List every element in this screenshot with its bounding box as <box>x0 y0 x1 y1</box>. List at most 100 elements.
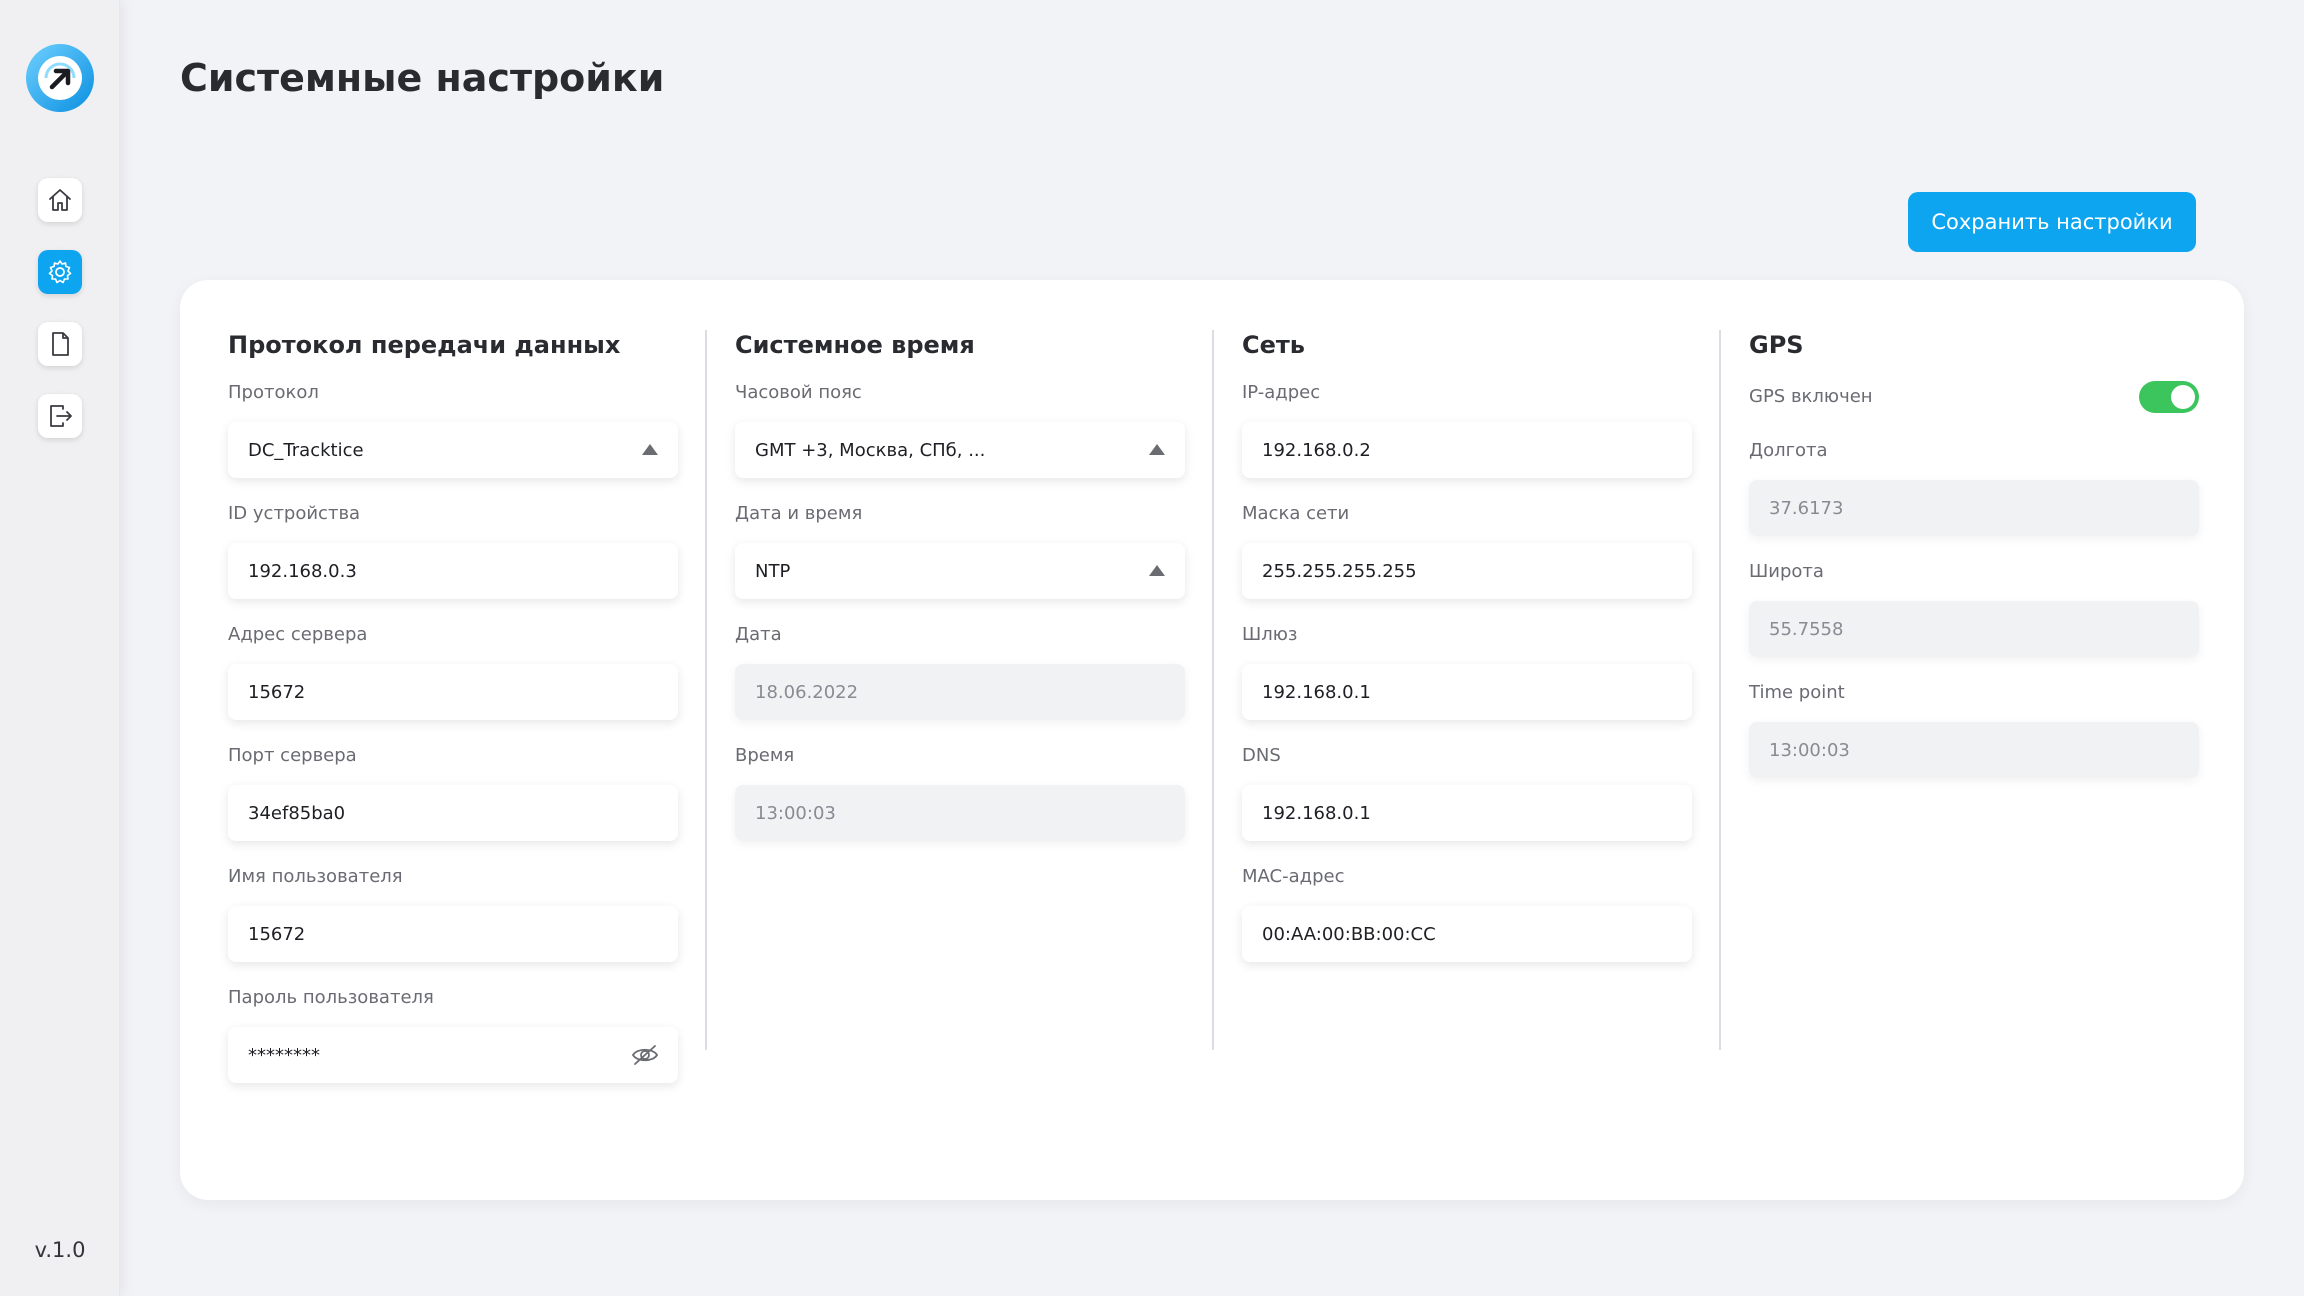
gear-icon <box>48 260 72 284</box>
password-field: Пароль пользователя ******** <box>228 985 678 1083</box>
system-time-section: Системное время Часовой пояс GMT +3, Мос… <box>735 328 1185 841</box>
caret-up-icon <box>1149 565 1165 576</box>
timezone-select[interactable]: GMT +3, Москва, СПб, ... <box>735 422 1185 478</box>
caret-up-icon <box>642 444 658 455</box>
field-label: Время <box>735 745 795 766</box>
server-address-input[interactable]: 15672 <box>228 664 678 720</box>
longitude-input: 37.6173 <box>1749 480 2199 536</box>
section-title: Сеть <box>1242 331 1305 359</box>
sidebar-item-documents[interactable] <box>38 322 82 366</box>
protocol-select[interactable]: DC_Tracktice <box>228 422 678 478</box>
time-field: Время 13:00:03 <box>735 743 1185 841</box>
time-point-field: Time point 13:00:03 <box>1749 680 2199 778</box>
gateway-input[interactable]: 192.168.0.1 <box>1242 664 1692 720</box>
caret-up-icon <box>1149 444 1165 455</box>
password-input[interactable]: ******** <box>228 1027 678 1083</box>
protocol-section: Протокол передачи данных Протокол DC_Tra… <box>228 328 678 1083</box>
column-divider <box>1212 330 1214 1050</box>
mask-input[interactable]: 255.255.255.255 <box>1242 543 1692 599</box>
sidebar-item-home[interactable] <box>38 178 82 222</box>
sidebar-item-settings[interactable] <box>38 250 82 294</box>
gps-section: GPS GPS включен Долгота 37.6173 Широта 5… <box>1749 328 2199 778</box>
home-icon <box>49 189 71 211</box>
time-input: 13:00:03 <box>735 785 1185 841</box>
field-value: GMT +3, Москва, СПб, ... <box>755 439 986 461</box>
document-icon <box>52 332 69 356</box>
field-value: 00:AA:00:BB:00:CC <box>1262 923 1436 945</box>
field-value: NTP <box>755 560 791 582</box>
field-label: GPS включен <box>1749 386 1873 407</box>
field-label: ID устройства <box>228 503 361 524</box>
mask-field: Маска сети 255.255.255.255 <box>1242 501 1692 599</box>
mac-input[interactable]: 00:AA:00:BB:00:CC <box>1242 906 1692 962</box>
sidebar-item-logout[interactable] <box>38 394 82 438</box>
column-divider <box>1719 330 1721 1050</box>
server-port-field: Порт сервера 34ef85ba0 <box>228 743 678 841</box>
app-logo-icon[interactable] <box>24 42 96 114</box>
latitude-input: 55.7558 <box>1749 601 2199 657</box>
dns-field: DNS 192.168.0.1 <box>1242 743 1692 841</box>
field-label: Пароль пользователя <box>228 987 434 1008</box>
field-value: 18.06.2022 <box>755 681 859 703</box>
gateway-field: Шлюз 192.168.0.1 <box>1242 622 1692 720</box>
timezone-field: Часовой пояс GMT +3, Москва, СПб, ... <box>735 380 1185 478</box>
device-id-field: ID устройства 192.168.0.3 <box>228 501 678 599</box>
field-label: IP-адрес <box>1242 382 1321 403</box>
field-value: 55.7558 <box>1769 618 1844 640</box>
field-label: DNS <box>1242 745 1281 766</box>
field-value: 15672 <box>248 681 306 703</box>
field-value: DC_Tracktice <box>248 439 364 461</box>
field-label: Адрес сервера <box>228 624 368 645</box>
protocol-field: Протокол DC_Tracktice <box>228 380 678 478</box>
field-label: Протокол <box>228 382 319 403</box>
section-title: GPS <box>1749 331 1804 359</box>
field-label: Часовой пояс <box>735 382 862 403</box>
page-title: Системные настройки <box>180 56 665 100</box>
field-value: 15672 <box>248 923 306 945</box>
eye-off-icon[interactable] <box>630 1043 660 1067</box>
field-label: Time point <box>1749 682 1845 703</box>
section-title: Протокол передачи данных <box>228 331 621 359</box>
mac-field: MAC-адрес 00:AA:00:BB:00:CC <box>1242 864 1692 962</box>
section-title: Системное время <box>735 331 975 359</box>
latitude-field: Широта 55.7558 <box>1749 559 2199 657</box>
field-label: Порт сервера <box>228 745 357 766</box>
field-label: Маска сети <box>1242 503 1350 524</box>
time-point-input: 13:00:03 <box>1749 722 2199 778</box>
ip-field: IP-адрес 192.168.0.2 <box>1242 380 1692 478</box>
field-value: 192.168.0.1 <box>1262 681 1371 703</box>
field-label: Имя пользователя <box>228 866 403 887</box>
field-label: Долгота <box>1749 440 1828 461</box>
field-label: Широта <box>1749 561 1824 582</box>
toggle-knob <box>2171 385 2195 409</box>
field-value: ******** <box>248 1044 320 1066</box>
dns-input[interactable]: 192.168.0.1 <box>1242 785 1692 841</box>
logout-icon <box>50 405 72 427</box>
date-field: Дата 18.06.2022 <box>735 622 1185 720</box>
device-id-input[interactable]: 192.168.0.3 <box>228 543 678 599</box>
field-value: 34ef85ba0 <box>248 802 346 824</box>
field-label: Дата <box>735 624 782 645</box>
gps-enabled-toggle[interactable] <box>2139 381 2199 413</box>
field-value: 13:00:03 <box>1769 739 1850 761</box>
gps-enabled-row: GPS включен <box>1749 380 2199 414</box>
field-value: 13:00:03 <box>755 802 836 824</box>
save-settings-button[interactable]: Сохранить настройки <box>1908 192 2196 252</box>
app-version: v.1.0 <box>34 1238 86 1262</box>
longitude-field: Долгота 37.6173 <box>1749 438 2199 536</box>
field-label: Шлюз <box>1242 624 1298 645</box>
settings-card: Протокол передачи данных Протокол DC_Tra… <box>180 280 2244 1200</box>
field-label: MAC-адрес <box>1242 866 1345 887</box>
ip-input[interactable]: 192.168.0.2 <box>1242 422 1692 478</box>
field-value: 255.255.255.255 <box>1262 560 1417 582</box>
username-input[interactable]: 15672 <box>228 906 678 962</box>
datetime-field: Дата и время NTP <box>735 501 1185 599</box>
column-divider <box>705 330 707 1050</box>
field-value: 192.168.0.2 <box>1262 439 1371 461</box>
server-port-input[interactable]: 34ef85ba0 <box>228 785 678 841</box>
date-input: 18.06.2022 <box>735 664 1185 720</box>
datetime-select[interactable]: NTP <box>735 543 1185 599</box>
field-value: 192.168.0.1 <box>1262 802 1371 824</box>
sidebar: v.1.0 <box>0 0 120 1296</box>
network-section: Сеть IP-адрес 192.168.0.2 Маска сети 255… <box>1242 328 1692 962</box>
